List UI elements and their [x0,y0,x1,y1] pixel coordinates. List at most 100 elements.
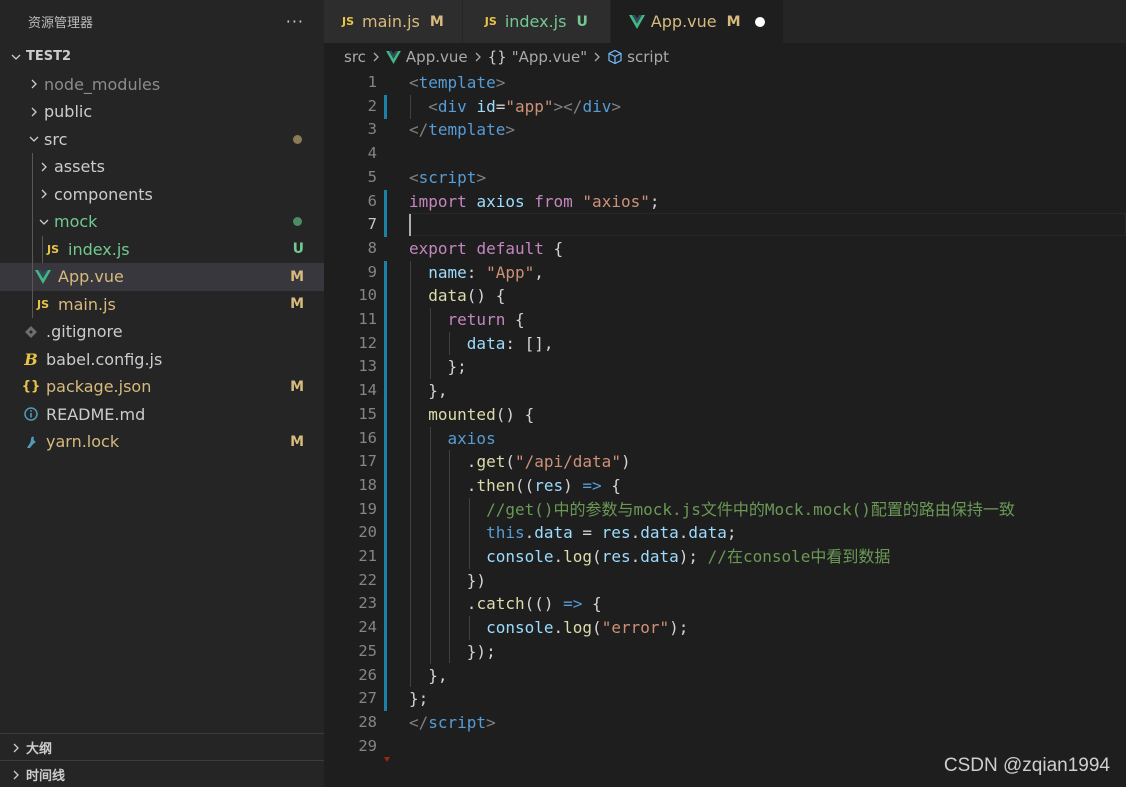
chevron-down-icon [36,217,52,227]
vue-file-icon [385,50,401,64]
tree-item-label: App.vue [58,267,124,287]
outline-header[interactable]: 大纲 [0,734,324,761]
tree-item-label: mock [54,212,98,232]
tree-item-assets[interactable]: assets [0,153,324,181]
yarn-file-icon [22,435,40,449]
modified-status: M [290,268,304,285]
code-line-5: <script> [409,167,487,187]
tree-item-app-vue[interactable]: App.vue M [0,263,324,291]
breadcrumb-folder[interactable]: src [344,48,366,66]
tree-item-gitignore[interactable]: .gitignore [0,318,324,346]
code-line-11: return { [447,310,525,329]
tab-app-vue[interactable]: App.vue M [610,0,784,43]
project-name: TEST2 [26,49,72,65]
breadcrumb-component[interactable]: {} "App.vue" [488,48,588,66]
vue-file-icon [628,14,645,29]
modified-status: M [726,13,741,30]
tree-item-label: public [44,102,93,122]
tree-item-label: index.js [68,239,130,259]
code-line-9: name: "App", [428,262,544,282]
chevron-right-icon [474,48,482,66]
watermark-text: CSDN @zqian1994 [943,755,1110,776]
tree-item-label: assets [54,157,105,177]
chevron-right-icon [26,107,42,117]
vue-file-icon [34,269,52,284]
explorer-header: 资源管理器 ··· [0,0,324,43]
chevron-right-icon [26,79,42,89]
code-line-24: console.log("error"); [486,618,689,638]
code-line-23: .catch(() => { [409,594,602,614]
breadcrumb-file-label: App.vue [405,48,468,66]
tab-label: App.vue [650,12,717,31]
tree-item-node-modules[interactable]: node_modules [0,71,324,99]
code-editor[interactable]: 1 2 3 4 5 6 7 8 9 10 11 12 13 14 15 16 17 18 19 20 21 22 23 24 2… [324,71,1126,787]
tree-item-label: yarn.lock [46,432,120,452]
tree-item-label: .gitignore [46,322,123,342]
line-number-label: 7 [367,215,377,234]
js-file-icon: JS [46,242,59,256]
untracked-dot-icon [293,217,302,227]
chevron-down-icon [26,134,42,144]
code-line-10: data() { [428,286,506,306]
tree-item-label: node_modules [44,74,161,94]
code-line-2: <div id="app"></div> [428,96,621,116]
tab-label: main.js [362,12,420,31]
tree-item-babel-config[interactable]: B babel.config.js [0,346,324,374]
tree-item-components[interactable]: components [0,180,324,208]
tab-main-js[interactable]: JS main.js M [324,0,463,43]
json-file-icon: {} [21,379,41,395]
unsaved-dot-icon[interactable] [754,16,765,27]
tree-item-public[interactable]: public [0,98,324,126]
project-section-header[interactable]: TEST2 [0,43,324,71]
breadcrumb-symbol-label: script [627,48,669,66]
timeline-header[interactable]: 时间线 [0,761,324,787]
js-file-icon: JS [484,15,497,28]
outline-label: 大纲 [26,742,53,757]
tree-item-readme[interactable]: README.md [0,401,324,429]
line-number: 7 [324,213,1126,237]
tree-item-label: main.js [58,294,116,314]
tree-item-src[interactable]: src [0,126,324,154]
code-line-19: //get()中的参数与mock.js文件中的Mock.mock()配置的路由保… [486,499,1015,519]
code-line-15: mounted() { [428,404,535,424]
git-file-icon [22,325,40,338]
tree-item-label: components [54,184,153,204]
tree-item-main-js[interactable]: JS main.js M [0,290,324,318]
breadcrumb-file[interactable]: App.vue [385,48,468,66]
timeline-label: 时间线 [26,769,66,784]
modified-status: M [429,13,444,30]
modified-dot-icon [293,134,302,144]
modified-status: M [290,378,304,395]
tree-item-package-json[interactable]: {} package.json M [0,373,324,401]
code-line-6: import axios from "axios"; [409,191,660,211]
code-line-25: }); [409,641,496,661]
indent-guide [32,208,33,236]
untracked-status: U [292,241,304,258]
line-number-label: 29 [358,736,377,755]
tab-label: index.js [504,12,567,31]
breadcrumb: src App.vue {} "App.vue" script [324,43,1126,71]
more-actions-icon[interactable]: ··· [286,12,304,31]
tree-item-label: README.md [46,404,146,424]
chevron-right-icon [36,189,52,199]
line-number-label: 4 [367,144,377,163]
code-line-12: data: [], [466,333,554,353]
indent-guide [32,153,33,181]
tree-item-mock[interactable]: mock [0,208,324,236]
code-line-14: }, [409,381,448,401]
indent-guide [42,235,43,263]
code-line-27: }; [409,689,429,709]
chevron-right-icon [8,770,24,780]
timeline-section[interactable]: 时间线 [0,760,324,787]
chevron-down-icon [8,52,24,62]
tree-item-yarn-lock[interactable]: yarn.lock M [0,428,324,456]
modified-status: M [290,433,304,450]
tree-item-label: package.json [46,377,152,397]
line-number: 4 [324,142,1126,166]
breadcrumb-symbol[interactable]: script [607,48,669,66]
outline-section[interactable]: 大纲 [0,733,324,761]
code-line-3: </template> [409,120,515,140]
js-file-icon: JS [36,297,49,311]
tree-item-index-js[interactable]: JS index.js U [0,235,324,263]
tab-index-js[interactable]: JS index.js U [462,0,611,43]
